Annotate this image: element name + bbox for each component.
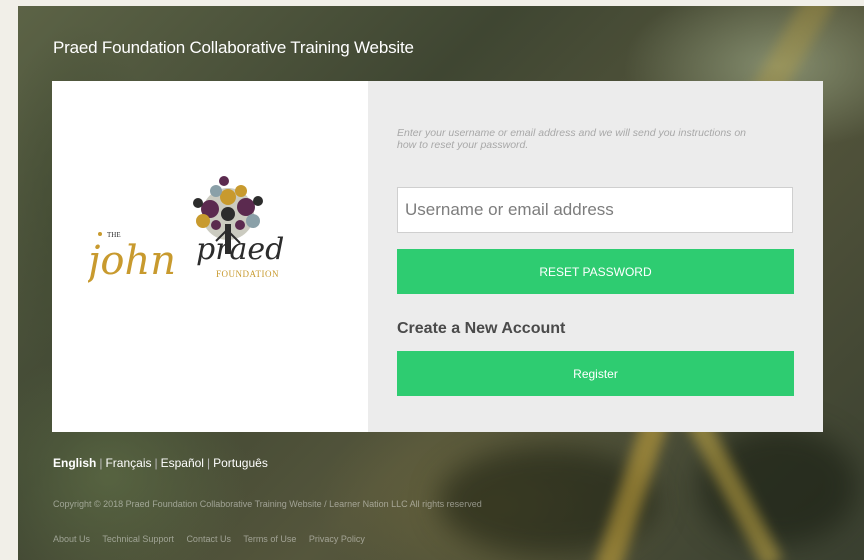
footer-link-contact-us[interactable]: Contact Us <box>186 534 231 544</box>
reset-instructions: Enter your username or email address and… <box>397 127 747 151</box>
logo-john-text: john <box>88 238 176 284</box>
language-separator: | <box>99 456 103 470</box>
footer-links: About Us Technical Support Contact Us Te… <box>53 534 375 544</box>
footer-link-privacy-policy[interactable]: Privacy Policy <box>309 534 365 544</box>
logo-praed-text: praed <box>196 232 284 267</box>
language-separator: | <box>154 456 158 470</box>
foundation-logo: THE john praed FOUNDATION <box>88 176 284 284</box>
language-link-francais[interactable]: Français <box>105 456 151 470</box>
register-button[interactable]: Register <box>397 351 794 396</box>
create-account-heading: Create a New Account <box>397 320 566 337</box>
reset-password-button[interactable]: RESET PASSWORD <box>397 249 794 294</box>
username-email-input[interactable] <box>397 187 793 233</box>
language-link-portugues[interactable]: Português <box>213 456 268 470</box>
login-card: THE john praed FOUNDATION Enter your use… <box>52 81 823 432</box>
language-link-espanol[interactable]: Español <box>161 456 204 470</box>
bullet-dot <box>98 232 102 236</box>
language-selector: English | Français | Español | Português <box>53 456 268 470</box>
footer-link-terms-of-use[interactable]: Terms of Use <box>243 534 296 544</box>
site-title: Praed Foundation Collaborative Training … <box>53 38 414 57</box>
reset-password-panel: Enter your username or email address and… <box>368 81 823 432</box>
copyright-text: Copyright © 2018 Praed Foundation Collab… <box>53 499 482 509</box>
footer-link-technical-support[interactable]: Technical Support <box>102 534 174 544</box>
language-link-english[interactable]: English <box>53 456 96 470</box>
footer-link-about-us[interactable]: About Us <box>53 534 90 544</box>
logo-panel: THE john praed FOUNDATION <box>52 81 368 432</box>
logo-foundation-text: FOUNDATION <box>216 269 279 279</box>
language-separator: | <box>206 456 211 470</box>
